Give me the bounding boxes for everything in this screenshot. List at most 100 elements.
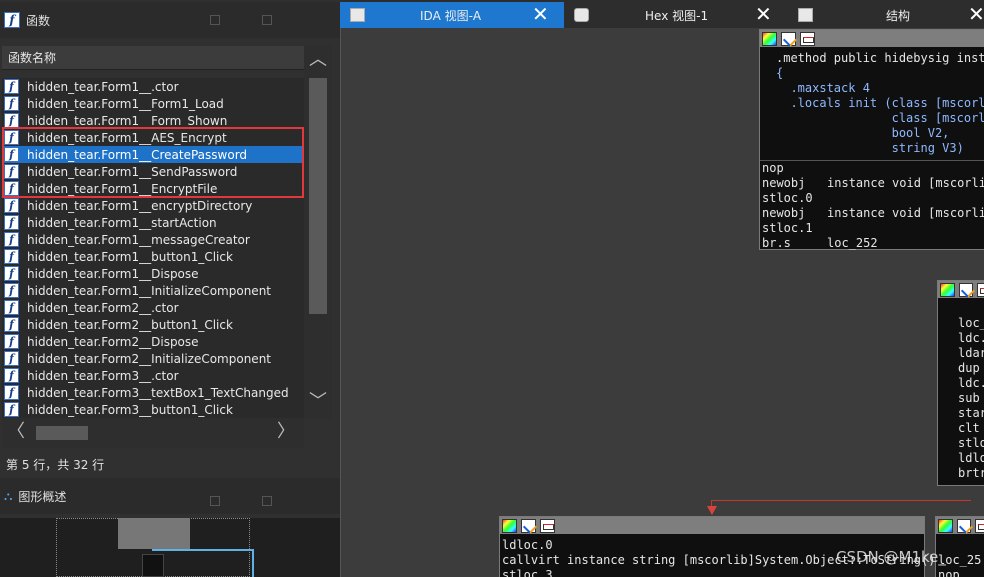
node-toolbar: [936, 517, 984, 534]
edit-icon[interactable]: [781, 31, 796, 46]
close-icon[interactable]: ✕: [968, 2, 984, 26]
code-line[interactable]: loc_: [958, 316, 984, 331]
function-icon: f: [4, 266, 19, 281]
edit-icon[interactable]: [958, 282, 974, 297]
graph-icon[interactable]: [977, 282, 984, 297]
code-line[interactable]: .locals init (class [mscorli: [776, 96, 984, 111]
tab-label: IDA 视图-A: [420, 8, 482, 23]
panel-float-icon[interactable]: [210, 15, 220, 25]
graph-node-entry[interactable]: .method public hidebysig insta{ .maxstac…: [759, 29, 984, 250]
overview-float-icon[interactable]: [210, 496, 220, 506]
code-line[interactable]: dup: [958, 361, 984, 376]
code-line[interactable]: ldc.: [958, 331, 984, 346]
graph-icon[interactable]: [540, 518, 555, 533]
function-list-item[interactable]: f hidden_tear.Form3__textBox1_TextChanged: [2, 384, 304, 401]
control-flow-edge: [711, 500, 971, 514]
color-palette-icon[interactable]: [502, 518, 517, 533]
overview-close-icon[interactable]: [262, 496, 272, 506]
function-list-item[interactable]: f hidden_tear.Form1__encryptDirectory: [2, 197, 304, 214]
code-line[interactable]: brtr: [958, 466, 984, 481]
graph-node-loc25[interactable]: loc_25 nop: [935, 516, 984, 577]
function-list-item[interactable]: f hidden_tear.Form1__Dispose: [2, 265, 304, 282]
overview-panel-title: ⛬ 图形概述: [0, 478, 340, 514]
function-list-item[interactable]: f hidden_tear.Form2__button1_Click: [2, 316, 304, 333]
function-name: hidden_tear.Form3__textBox1_TextChanged: [27, 385, 289, 400]
tab-hex-view-1[interactable]: Hex 视图-1 ✕: [564, 2, 788, 28]
code-line[interactable]: newobj instance void [mscorlib: [762, 176, 984, 191]
function-list-item[interactable]: f hidden_tear.Form3__.ctor: [2, 367, 304, 384]
code-line[interactable]: ldlo: [958, 451, 984, 466]
panel-close-icon[interactable]: [262, 15, 272, 25]
code-line[interactable]: {: [776, 66, 984, 81]
edit-icon[interactable]: [956, 518, 972, 533]
horizontal-scroll-thumb[interactable]: [36, 426, 88, 440]
function-list-item[interactable]: f hidden_tear.Form1__.ctor: [2, 78, 304, 95]
function-name-column-header[interactable]: 函数名称: [2, 46, 304, 70]
ida-graph-view[interactable]: .method public hidebysig insta{ .maxstac…: [340, 28, 984, 577]
code-line[interactable]: stloc.0: [762, 191, 984, 206]
code-line[interactable]: ldc.: [958, 376, 984, 391]
overview-edge: [152, 549, 254, 577]
code-line[interactable]: nop: [938, 568, 984, 577]
graph-node-tostring[interactable]: ldloc.0 callvirt instance string [mscorli…: [499, 516, 935, 577]
function-icon: f: [4, 215, 19, 230]
function-list-item[interactable]: f hidden_tear.Form1__AES_Encrypt: [2, 129, 304, 146]
function-name: hidden_tear.Form1__Form1_Load: [27, 96, 224, 111]
function-list[interactable]: f hidden_tear.Form1__.ctor f hidden_tear.Fo…: [2, 78, 304, 418]
code-line[interactable]: ldar: [958, 346, 984, 361]
color-palette-icon[interactable]: [938, 518, 953, 533]
function-icon: f: [4, 351, 19, 366]
graph-overview[interactable]: [0, 518, 340, 577]
code-line[interactable]: stloc.3: [502, 568, 924, 577]
code-line[interactable]: newobj instance void [mscorlib: [762, 206, 984, 221]
function-list-item[interactable]: f hidden_tear.Form1__button1_Click: [2, 248, 304, 265]
function-list-item[interactable]: f hidden_tear.Form3__button1_Click: [2, 401, 304, 418]
tab-structures[interactable]: 结构 ✕: [788, 2, 984, 28]
code-line[interactable]: sub: [958, 391, 984, 406]
close-icon[interactable]: ✕: [755, 2, 772, 26]
edit-icon[interactable]: [521, 518, 536, 533]
function-list-item[interactable]: f hidden_tear.Form1__SendPassword: [2, 163, 304, 180]
vertical-scroll-thumb[interactable]: [309, 78, 327, 314]
code-line[interactable]: .maxstack 4: [776, 81, 984, 96]
function-list-item[interactable]: f hidden_tear.Form1__Form1_Load: [2, 95, 304, 112]
code-line[interactable]: star: [958, 406, 984, 421]
graph-icon[interactable]: [975, 518, 984, 533]
horizontal-scrollbar[interactable]: 〈 〉: [2, 418, 304, 448]
code-line[interactable]: stlo: [958, 436, 984, 451]
code-line[interactable]: .method public hidebysig insta: [776, 51, 984, 66]
function-list-item[interactable]: f hidden_tear.Form1__EncryptFile: [2, 180, 304, 197]
code-line[interactable]: br.s loc_252: [762, 236, 984, 251]
function-list-item[interactable]: f hidden_tear.Form1__Form_Shown: [2, 112, 304, 129]
code-line[interactable]: bool V2,: [776, 126, 984, 141]
vertical-scrollbar[interactable]: ︿ ﹀: [304, 46, 332, 418]
graph-node-loop[interactable]: loc_ldc.ldardupldc.substarcltstloldlobrt…: [937, 280, 984, 486]
code-line[interactable]: stloc.1: [762, 221, 984, 236]
node-instructions: nop newobj instance void [mscorlib stloc.0…: [760, 160, 984, 251]
scroll-left-icon[interactable]: 〈: [6, 422, 26, 442]
function-name: hidden_tear.Form1__Form_Shown: [27, 113, 228, 128]
function-list-item[interactable]: f hidden_tear.Form2__Dispose: [2, 333, 304, 350]
function-name: hidden_tear.Form1__SendPassword: [27, 164, 238, 179]
edge-arrow-icon: [707, 506, 717, 515]
scroll-down-icon[interactable]: ﹀: [308, 392, 328, 412]
function-list-item[interactable]: f hidden_tear.Form2__.ctor: [2, 299, 304, 316]
code-line[interactable]: class [mscorli: [776, 111, 984, 126]
color-palette-icon[interactable]: [940, 282, 955, 297]
function-name: hidden_tear.Form2__button1_Click: [27, 317, 233, 332]
color-palette-icon[interactable]: [762, 31, 777, 46]
function-list-item[interactable]: f hidden_tear.Form1__messageCreator: [2, 231, 304, 248]
code-line[interactable]: string V3): [776, 141, 984, 156]
function-list-item[interactable]: f hidden_tear.Form2__InitializeComponent: [2, 350, 304, 367]
function-list-item[interactable]: f hidden_tear.Form1__InitializeComponent: [2, 282, 304, 299]
graph-icon[interactable]: [800, 31, 815, 46]
code-line[interactable]: nop: [762, 161, 984, 176]
scroll-right-icon[interactable]: 〉: [276, 422, 296, 442]
scroll-up-icon[interactable]: ︿: [308, 50, 328, 70]
code-line[interactable]: clt: [958, 421, 984, 436]
tab-ida-view-a[interactable]: IDA 视图-A ✕: [340, 2, 564, 28]
node-toolbar: [760, 30, 984, 47]
function-list-item[interactable]: f hidden_tear.Form1__startAction: [2, 214, 304, 231]
function-list-item[interactable]: f hidden_tear.Form1__CreatePassword: [2, 146, 304, 163]
close-icon[interactable]: ✕: [532, 2, 549, 26]
